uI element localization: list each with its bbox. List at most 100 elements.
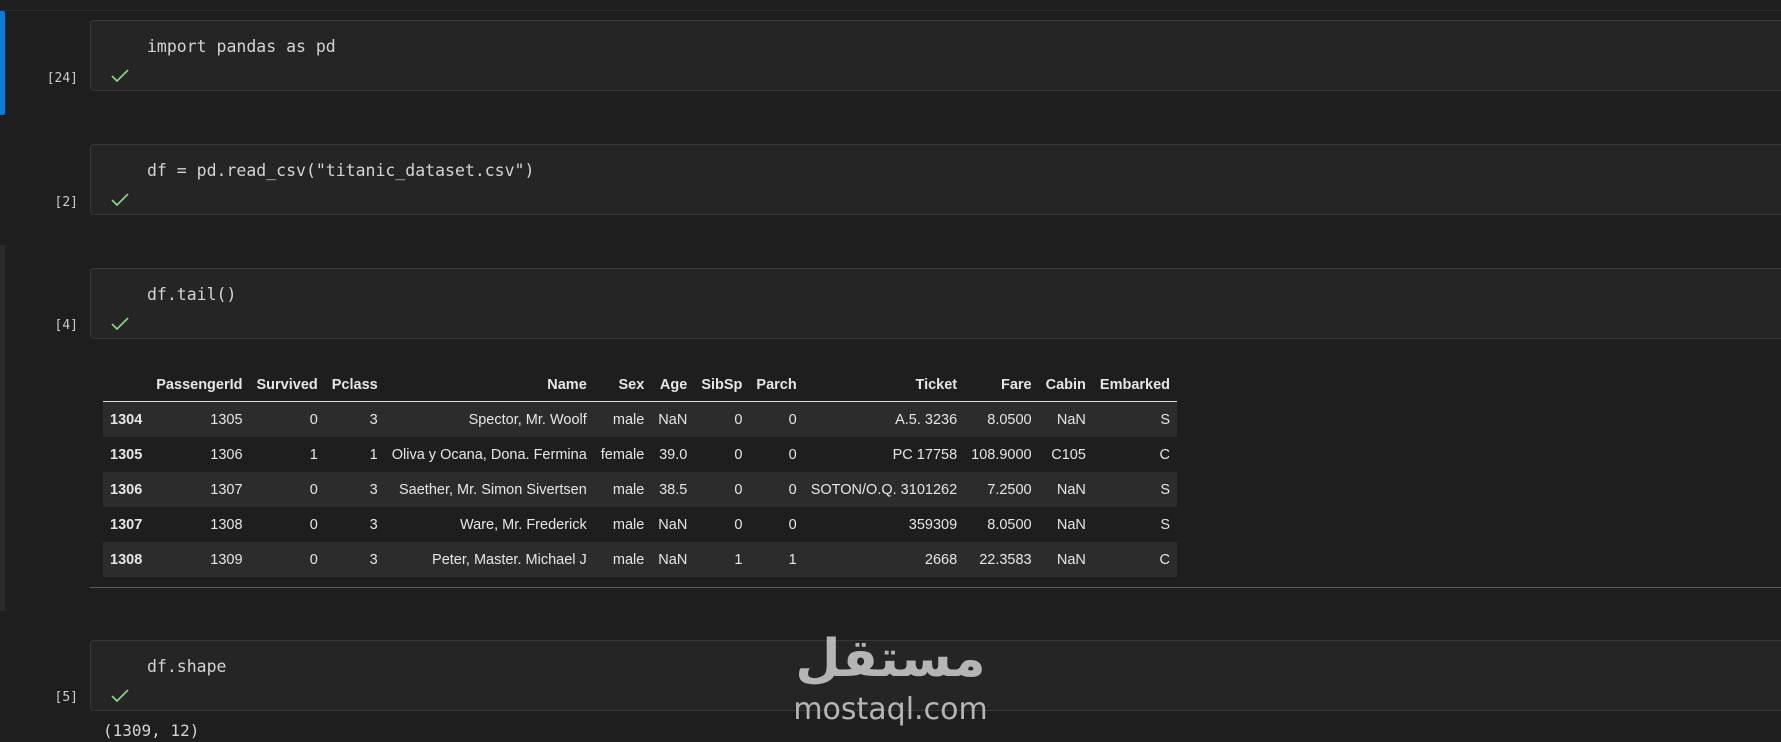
execution-count: [4]	[54, 318, 78, 333]
table-row: 1307 1308 0 3 Ware, Mr. Frederick male N…	[103, 507, 1178, 542]
watermark-logo: مستقل mostaql.com	[788, 628, 993, 728]
cell-focus-indicator	[0, 245, 5, 611]
column-header: Age	[651, 368, 695, 402]
code-cell[interactable]: import pandas as pd	[90, 20, 1781, 91]
table-cell: female	[600, 446, 645, 463]
table-cell: male	[612, 481, 645, 498]
table-cell: NaN	[1056, 516, 1086, 533]
execution-count: [5]	[54, 690, 78, 705]
table-cell: male	[612, 516, 645, 533]
table-row: 1305 1306 1 1 Oliva y Ocana, Dona. Fermi…	[103, 437, 1178, 472]
column-header: PassengerId	[149, 368, 250, 402]
table-cell: 1	[309, 446, 318, 463]
table-cell: 0	[788, 516, 797, 533]
execution-count: [2]	[54, 195, 78, 210]
row-index: 1304	[110, 411, 143, 428]
table-cell: 0	[788, 446, 797, 463]
table-cell: male	[612, 551, 645, 568]
shape-output: (1309, 12)	[103, 721, 200, 740]
table-cell: Oliva y Ocana, Dona. Fermina	[391, 446, 587, 463]
watermark-arabic-text: مستقل	[795, 629, 986, 689]
top-border	[0, 0, 1781, 11]
table-cell: 3	[369, 411, 378, 428]
row-index: 1306	[110, 481, 143, 498]
table-cell: 3	[369, 516, 378, 533]
row-index: 1307	[110, 516, 143, 533]
table-cell: S	[1160, 516, 1171, 533]
table-row: 1304 1305 0 3 Spector, Mr. Woolf male Na…	[103, 401, 1178, 437]
table-cell: 0	[309, 516, 318, 533]
column-header: Fare	[964, 368, 1039, 402]
table-row: 1308 1309 0 3 Peter, Master. Michael J m…	[103, 542, 1178, 577]
table-cell: 359309	[908, 516, 958, 533]
table-cell: NaN	[658, 411, 688, 428]
table-cell: C	[1159, 446, 1171, 463]
table-cell: 3	[369, 481, 378, 498]
code-line[interactable]: df = pd.read_csv("titanic_dataset.csv")	[147, 161, 534, 180]
table-row: 1306 1307 0 3 Saether, Mr. Simon Siverts…	[103, 472, 1178, 507]
table-cell: 39.0	[659, 446, 688, 463]
table-cell: NaN	[658, 551, 688, 568]
table-cell: Spector, Mr. Woolf	[468, 411, 587, 428]
table-cell: S	[1160, 411, 1171, 428]
table-cell: 0	[788, 411, 797, 428]
dataframe-table: PassengerId Survived Pclass Name Sex Age…	[103, 368, 1178, 577]
table-cell: 0	[734, 446, 743, 463]
code-line[interactable]: df.shape	[147, 657, 226, 676]
table-cell: Peter, Master. Michael J	[432, 551, 587, 568]
table-cell: 1	[788, 551, 797, 568]
table-cell: male	[612, 411, 645, 428]
code-line[interactable]: import pandas as pd	[147, 37, 336, 56]
table-cell: 1308	[210, 516, 243, 533]
check-icon	[111, 193, 129, 207]
column-header: Ticket	[803, 368, 965, 402]
check-icon	[111, 69, 129, 83]
table-cell: 0	[734, 516, 743, 533]
cell-output: PassengerId Survived Pclass Name Sex Age…	[90, 356, 1781, 588]
column-header: Parch	[749, 368, 804, 402]
active-cell-indicator	[0, 11, 5, 115]
table-cell: Ware, Mr. Frederick	[460, 516, 587, 533]
column-header: Sex	[593, 368, 652, 402]
table-cell: 2668	[924, 551, 958, 568]
watermark-latin-text: mostaql.com	[793, 692, 988, 727]
table-cell: NaN	[1056, 551, 1086, 568]
table-cell: C105	[1051, 446, 1086, 463]
execution-count: [24]	[46, 71, 78, 86]
table-cell: 0	[734, 481, 743, 498]
table-cell: 38.5	[659, 481, 688, 498]
table-cell: NaN	[658, 516, 688, 533]
table-cell: NaN	[1056, 411, 1086, 428]
column-header: Embarked	[1092, 368, 1178, 402]
row-index: 1308	[110, 551, 143, 568]
table-cell: 0	[788, 481, 797, 498]
table-cell: Saether, Mr. Simon Sivertsen	[398, 481, 587, 498]
table-cell: 0	[734, 411, 743, 428]
table-cell: 108.9000	[971, 446, 1032, 463]
table-cell: NaN	[1056, 481, 1086, 498]
column-header: Cabin	[1038, 368, 1093, 402]
column-header: Survived	[249, 368, 325, 402]
code-line[interactable]: df.tail()	[147, 285, 236, 304]
table-cell: 1	[734, 551, 743, 568]
table-cell: PC 17758	[892, 446, 958, 463]
column-header: SibSp	[694, 368, 750, 402]
check-icon	[111, 689, 129, 703]
table-cell: 0	[309, 481, 318, 498]
table-cell: 8.0500	[987, 411, 1032, 428]
table-cell: 1306	[210, 446, 243, 463]
code-cell[interactable]: df.tail()	[90, 268, 1781, 339]
column-header: Name	[384, 368, 594, 402]
column-header: Pclass	[324, 368, 385, 402]
table-cell: 1305	[210, 411, 243, 428]
table-cell: 1	[369, 446, 378, 463]
table-cell: 22.3583	[979, 551, 1032, 568]
check-icon	[111, 317, 129, 331]
table-cell: 7.2500	[987, 481, 1032, 498]
code-cell[interactable]: df = pd.read_csv("titanic_dataset.csv")	[90, 144, 1781, 215]
table-cell: 0	[309, 551, 318, 568]
column-header	[103, 368, 150, 402]
table-cell: C	[1159, 551, 1171, 568]
table-cell: 3	[369, 551, 378, 568]
table-cell: 0	[309, 411, 318, 428]
